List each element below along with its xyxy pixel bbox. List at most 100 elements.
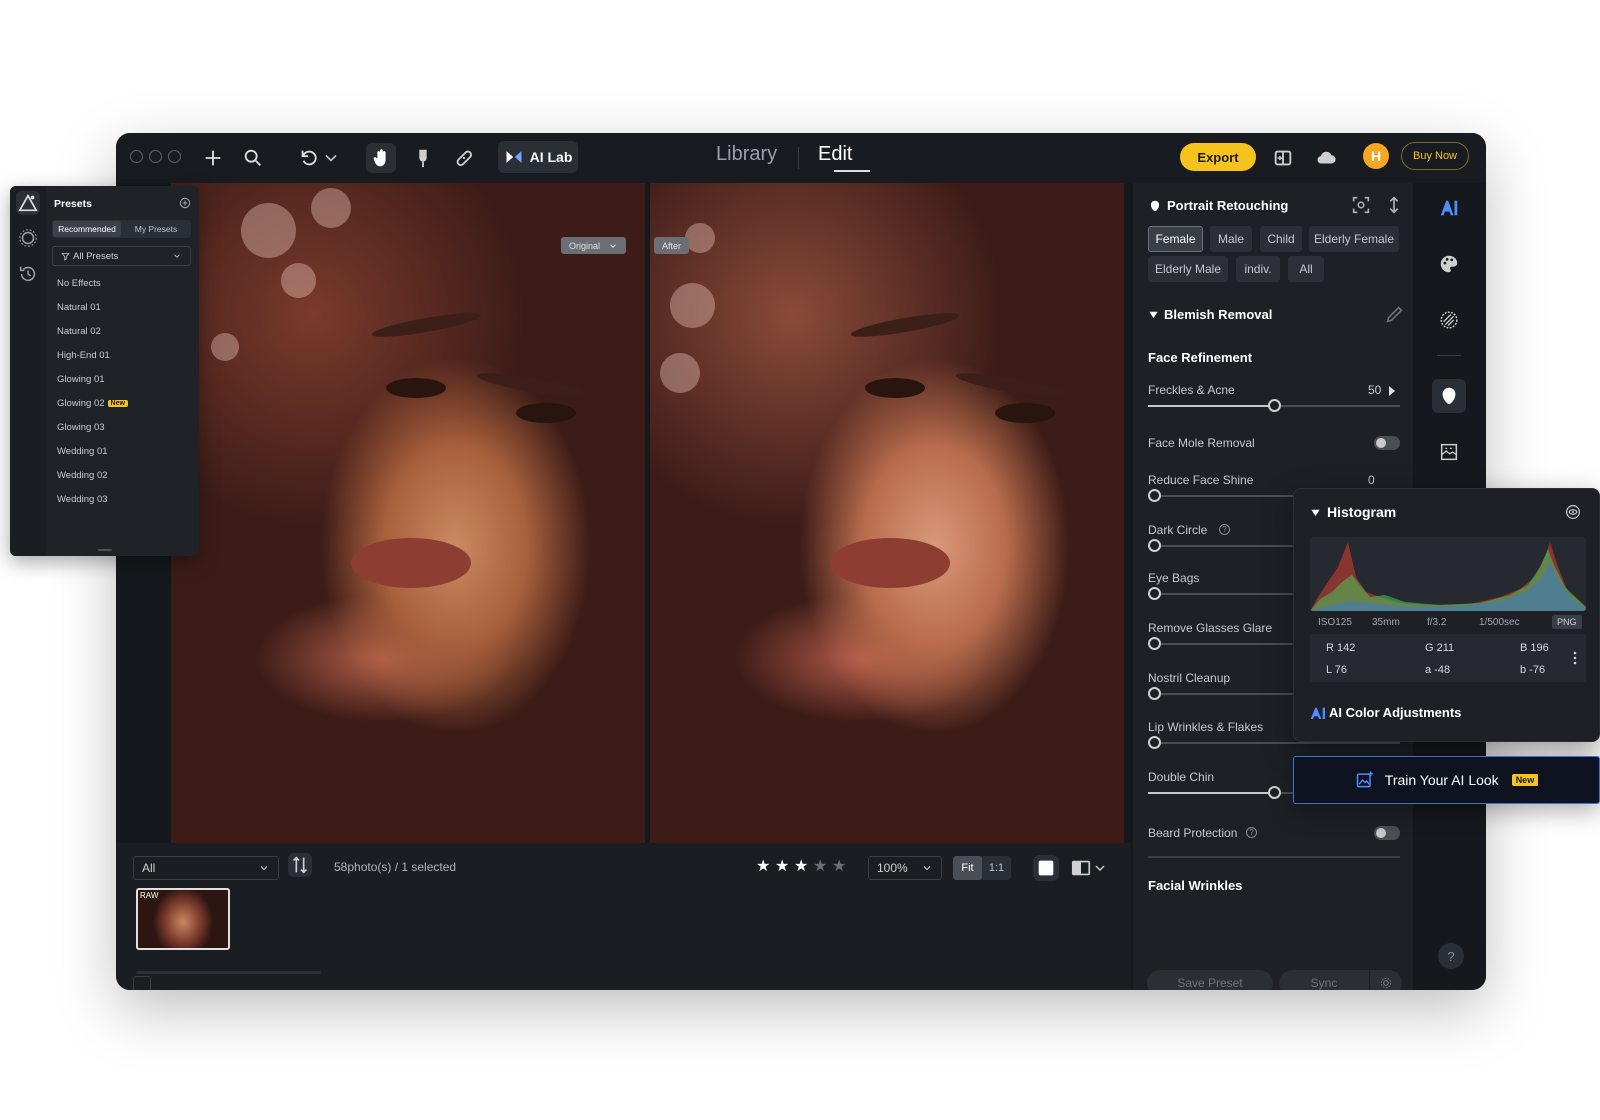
tab-recommended[interactable]: Recommended <box>53 221 121 237</box>
sync-settings-icon[interactable] <box>1370 970 1402 990</box>
ai-color-adjustments-title[interactable]: AI Color Adjustments <box>1329 705 1461 720</box>
rating-star[interactable]: ★ <box>794 856 808 876</box>
original-dropdown[interactable]: Original <box>560 237 626 254</box>
hand-tool-icon[interactable] <box>366 143 396 173</box>
ai-icon[interactable] <box>1434 193 1464 223</box>
compare-view-icon[interactable] <box>1268 143 1298 173</box>
cloud-icon[interactable] <box>1311 143 1341 173</box>
one-to-one-button[interactable]: 1:1 <box>982 856 1011 880</box>
subject-chip[interactable]: All <box>1288 256 1324 282</box>
undo-icon[interactable] <box>294 143 324 173</box>
palette-icon[interactable] <box>1434 249 1464 279</box>
export-button[interactable]: Export <box>1180 143 1256 171</box>
slider-knob[interactable] <box>1148 539 1161 552</box>
rating-star[interactable]: ★ <box>832 856 846 876</box>
slider-knob[interactable] <box>1148 687 1161 700</box>
preset-item[interactable]: Glowing 01 <box>57 374 105 385</box>
filmstrip-scrollbar[interactable] <box>136 971 321 974</box>
undo-history-chevron-icon[interactable] <box>321 143 341 173</box>
slider-value[interactable]: 50 <box>1368 383 1381 397</box>
subject-chip[interactable]: Elderly Female <box>1309 226 1399 252</box>
buy-now-button[interactable]: Buy Now <box>1401 142 1469 170</box>
help-icon[interactable]: ? <box>1438 943 1464 969</box>
ai-lab-button[interactable]: AI Lab <box>498 141 578 173</box>
add-icon[interactable] <box>198 143 228 173</box>
portrait-retouch-icon[interactable] <box>1432 379 1466 413</box>
zoom-select[interactable]: 100% <box>868 856 942 880</box>
preset-item[interactable]: Natural 02 <box>57 326 101 337</box>
healing-tool-icon[interactable] <box>449 143 479 173</box>
subject-chip[interactable]: Male <box>1210 226 1252 252</box>
search-icon[interactable] <box>238 143 268 173</box>
edit-mask-icon[interactable] <box>1383 302 1407 326</box>
single-view-icon[interactable] <box>1033 855 1059 881</box>
slider-track[interactable] <box>1148 742 1400 744</box>
maximize-window-dot[interactable] <box>168 150 181 163</box>
more-options-icon[interactable] <box>1572 650 1582 666</box>
preset-item[interactable]: Glowing 02 New <box>57 398 128 409</box>
tab-edit[interactable]: Edit <box>818 143 852 166</box>
collapse-triangle-icon[interactable] <box>1310 507 1321 518</box>
toggle-switch[interactable] <box>1374 826 1400 840</box>
subject-chip[interactable]: Child <box>1260 226 1302 252</box>
filter-select[interactable]: All <box>133 856 279 880</box>
slider-knob[interactable] <box>1148 637 1161 650</box>
tab-library[interactable]: Library <box>716 143 777 166</box>
background-icon[interactable] <box>1434 437 1464 467</box>
slider-label: Double Chin <box>1148 770 1215 784</box>
subject-chip[interactable]: Elderly Male <box>1148 256 1228 282</box>
edited-photo[interactable]: After <box>650 183 1124 843</box>
slider-knob[interactable] <box>1148 489 1161 502</box>
toggle-switch[interactable] <box>1374 436 1400 450</box>
subject-chip[interactable]: indiv. <box>1236 256 1280 282</box>
preset-filter-select[interactable]: All Presets <box>52 246 191 266</box>
preset-item[interactable]: Natural 01 <box>57 302 101 313</box>
minimize-window-dot[interactable] <box>149 150 162 163</box>
info-icon[interactable]: ? <box>1219 524 1230 535</box>
preset-item-label: Natural 02 <box>57 326 101 337</box>
resize-grip[interactable] <box>98 549 112 551</box>
sync-button[interactable]: Sync <box>1279 970 1369 990</box>
fit-button[interactable]: Fit <box>953 856 982 880</box>
brush-tool-icon[interactable] <box>408 143 438 173</box>
adjust-icon[interactable] <box>16 226 40 250</box>
collapse-triangle-icon[interactable] <box>1148 309 1159 320</box>
user-avatar[interactable]: H <box>1363 143 1389 169</box>
history-icon[interactable] <box>16 262 40 286</box>
rating-star[interactable]: ★ <box>775 856 789 876</box>
info-icon[interactable]: ? <box>1246 827 1257 838</box>
preset-item[interactable]: Glowing 03 <box>57 422 105 433</box>
rating-star[interactable]: ★ <box>813 856 827 876</box>
close-window-dot[interactable] <box>130 150 143 163</box>
presets-rail <box>10 186 46 556</box>
slider-knob[interactable] <box>1268 399 1281 412</box>
preset-item[interactable]: Wedding 02 <box>57 470 108 481</box>
train-ai-look-button[interactable]: Train Your AI Look New <box>1293 756 1600 804</box>
slider-value[interactable]: 0 <box>1368 473 1375 487</box>
slider-knob[interactable] <box>1148 587 1161 600</box>
facial-wrinkles-title[interactable]: Facial Wrinkles <box>1148 878 1242 893</box>
subject-chip[interactable]: Female <box>1148 226 1203 252</box>
slider-knob[interactable] <box>1148 736 1161 749</box>
preset-item[interactable]: Wedding 03 <box>57 494 108 505</box>
rating-star[interactable]: ★ <box>756 856 770 876</box>
preset-item[interactable]: Wedding 01 <box>57 446 108 457</box>
visibility-eye-icon[interactable] <box>1564 503 1584 523</box>
reset-icon[interactable] <box>1382 193 1406 217</box>
tab-my-presets[interactable]: My Presets <box>122 221 190 237</box>
presets-icon[interactable] <box>16 191 40 215</box>
before-after-icon[interactable] <box>1070 855 1092 881</box>
preset-item[interactable]: No Effects <box>57 278 101 289</box>
face-detect-icon[interactable] <box>1349 193 1373 217</box>
original-photo[interactable]: Original <box>171 183 645 843</box>
blemish-removal-title[interactable]: Blemish Removal <box>1164 307 1272 322</box>
photo-thumbnail[interactable]: RAW <box>136 888 230 950</box>
add-preset-icon[interactable] <box>178 196 192 210</box>
sort-icon[interactable] <box>288 853 312 877</box>
view-options-chevron-icon[interactable] <box>1092 855 1108 881</box>
preset-item[interactable]: High-End 01 <box>57 350 110 361</box>
slider-knob[interactable] <box>1268 786 1281 799</box>
save-preset-button[interactable]: Save Preset <box>1147 970 1273 990</box>
expand-arrow-icon[interactable] <box>1389 386 1395 396</box>
texture-icon[interactable] <box>1434 305 1464 335</box>
